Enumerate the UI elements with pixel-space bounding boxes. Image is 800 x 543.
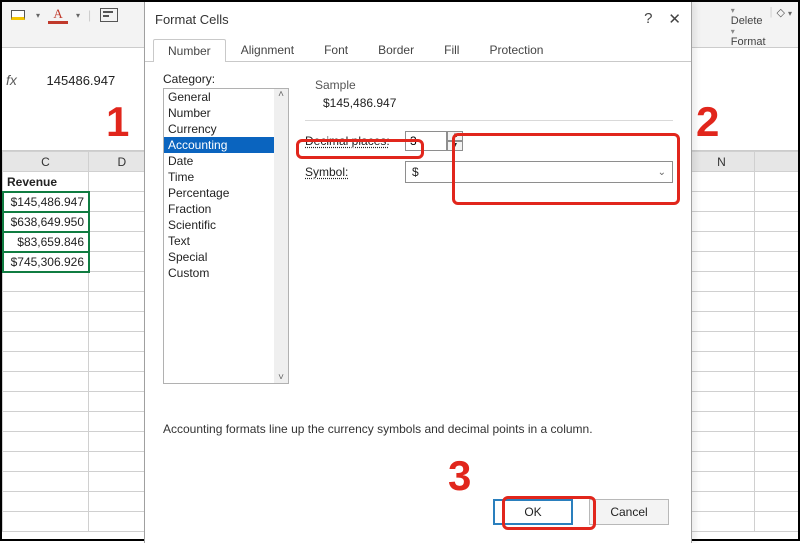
ribbon-format-label[interactable]: Format — [731, 36, 766, 48]
tab-border[interactable]: Border — [363, 38, 429, 61]
category-item-time[interactable]: Time — [164, 169, 288, 185]
format-description: Accounting formats line up the currency … — [163, 422, 673, 436]
fx-icon[interactable]: fx — [6, 72, 17, 88]
category-item-date[interactable]: Date — [164, 153, 288, 169]
category-item-accounting[interactable]: Accounting — [164, 137, 288, 153]
dialog-tabs: Number Alignment Font Border Fill Protec… — [145, 36, 691, 62]
help-icon[interactable]: ? — [644, 10, 652, 28]
symbol-value: $ — [412, 165, 419, 179]
revenue-header[interactable]: Revenue — [3, 172, 89, 192]
ok-button[interactable]: OK — [493, 499, 573, 525]
listbox-scrollbar[interactable]: ˄˅ — [274, 89, 288, 383]
format-cells-dialog: Format Cells ? ✕ Number Alignment Font B… — [144, 2, 692, 543]
tab-protection[interactable]: Protection — [474, 38, 558, 61]
tab-fill[interactable]: Fill — [429, 38, 474, 61]
formula-bar-value[interactable]: 145486.947 — [31, 73, 131, 88]
wrap-text-icon[interactable] — [99, 6, 119, 24]
symbol-select[interactable]: $ ⌄ — [405, 161, 673, 183]
category-item-fraction[interactable]: Fraction — [164, 201, 288, 217]
sample-value: $145,486.947 — [323, 96, 663, 110]
symbol-label: Symbol: — [305, 165, 397, 179]
cell-value[interactable]: $83,659.846 — [3, 232, 89, 252]
font-color-icon[interactable]: A — [48, 6, 68, 24]
eraser-icon[interactable]: ◇ — [776, 7, 784, 19]
callout-number-2: 2 — [696, 98, 719, 146]
spin-down-icon[interactable]: ▼ — [447, 141, 463, 151]
cell-value[interactable]: $638,649.950 — [3, 212, 89, 232]
category-item-custom[interactable]: Custom — [164, 265, 288, 281]
category-item-scientific[interactable]: Scientific — [164, 217, 288, 233]
decimal-places-input[interactable] — [405, 131, 447, 151]
font-color-dropdown-icon[interactable]: ▾ — [76, 11, 80, 20]
fill-color-dropdown-icon[interactable]: ▾ — [36, 11, 40, 20]
spin-up-icon[interactable]: ▲ — [447, 131, 463, 141]
ribbon-delete-label[interactable]: Delete — [731, 15, 763, 27]
tab-alignment[interactable]: Alignment — [226, 38, 309, 61]
col-header[interactable]: N — [688, 152, 755, 172]
category-item-currency[interactable]: Currency — [164, 121, 288, 137]
tab-font[interactable]: Font — [309, 38, 363, 61]
cell-value[interactable]: $745,306.926 — [3, 252, 89, 272]
dialog-title: Format Cells — [155, 12, 229, 27]
chevron-down-icon: ⌄ — [658, 167, 666, 178]
close-icon[interactable]: ✕ — [668, 10, 681, 28]
cell-value[interactable]: $145,486.947 — [3, 192, 89, 212]
dialog-titlebar[interactable]: Format Cells ? ✕ — [145, 2, 691, 36]
eraser-dropdown-icon[interactable]: ▾ — [788, 9, 792, 18]
scroll-down-icon[interactable]: ˅ — [274, 372, 288, 383]
scroll-up-icon[interactable]: ˄ — [274, 89, 288, 100]
category-listbox[interactable]: General Number Currency Accounting Date … — [163, 88, 289, 384]
sample-label: Sample — [315, 78, 663, 92]
callout-number-1: 1 — [106, 98, 129, 146]
formula-bar: fx 145486.947 — [6, 72, 131, 88]
fill-color-icon[interactable] — [8, 6, 28, 24]
category-item-general[interactable]: General — [164, 89, 288, 105]
decimal-places-label: Decimal places: — [305, 134, 397, 148]
category-item-percentage[interactable]: Percentage — [164, 185, 288, 201]
category-item-special[interactable]: Special — [164, 249, 288, 265]
col-header[interactable]: C — [3, 152, 89, 172]
category-item-text[interactable]: Text — [164, 233, 288, 249]
tab-number[interactable]: Number — [153, 39, 226, 62]
cancel-button[interactable]: Cancel — [589, 499, 669, 525]
category-item-number[interactable]: Number — [164, 105, 288, 121]
